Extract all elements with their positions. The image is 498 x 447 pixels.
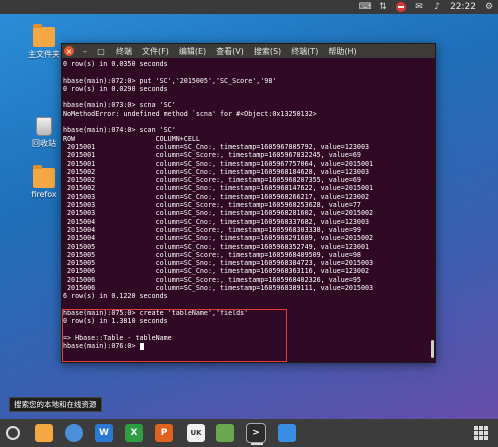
taskbar-terminal-icon[interactable]: > [246,423,266,443]
terminal-line: 2015004 column=SC_Cno:, timestamp=160596… [63,217,369,226]
terminal-titlebar[interactable]: × – □ 终端 文件(F) 编辑(E) 查看(V) 搜索(S) 终端(T) 帮… [62,44,435,58]
terminal-line: 2015005 column=SC_Sno:, timestamp=160596… [63,259,374,268]
network-icon[interactable]: ⇅ [378,2,388,12]
terminal-line: 2015001 column=SC_Score:, timestamp=1605… [63,151,361,160]
clock[interactable]: 22:22 [450,2,476,12]
trash-icon [36,117,52,136]
active-indicator [251,443,263,445]
input-method-icon[interactable]: ⌨ [359,2,372,12]
taskbar-remote-desktop-icon[interactable] [278,424,296,442]
firefox-folder-icon [33,165,55,188]
taskbar-impress-icon[interactable]: P [155,424,173,442]
stop-icon[interactable] [396,2,407,12]
terminal-line: hbase(main):072:0> put 'SC','2015005','S… [63,76,277,85]
terminal-line: 2015001 column=SC_Sno:, timestamp=160596… [63,159,374,168]
top-panel: ⌨ ⇅ ✉ ♪ 22:22 ⚙ [0,0,498,14]
taskbar: W X P UK > [0,419,498,447]
taskbar-writer-icon[interactable]: W [95,424,113,442]
minimize-icon[interactable]: – [80,46,90,56]
terminal-line: hbase(main):074:0> scan 'SC' [63,126,176,135]
terminal-line: 2015006 column=SC_Sno:, timestamp=160596… [63,284,374,293]
taskbar-image-viewer-icon[interactable] [216,424,234,442]
menu-view[interactable]: 查看(V) [216,46,244,57]
terminal-line: 2015005 column=SC_Score:, timestamp=1605… [63,250,361,259]
terminal-line: 2015006 column=SC_Score:, timestamp=1605… [63,275,361,284]
volume-icon[interactable]: ♪ [432,2,442,12]
terminal-line: 2015005 column=SC_Cno:, timestamp=160596… [63,242,369,251]
close-icon[interactable]: × [64,46,74,56]
menu-edit[interactable]: 编辑(E) [179,46,206,57]
terminal-line: NoMethodError: undefined method `scna' f… [63,109,317,118]
taskbar-calc-icon[interactable]: X [125,424,143,442]
taskbar-folder-icon[interactable] [35,424,53,442]
terminal-line: 0 row(s) in 0.0350 seconds [63,60,168,68]
terminal-line: 2015004 column=SC_Score:, timestamp=1605… [63,225,361,234]
start-menu-icon[interactable] [6,426,20,440]
menu-terminal[interactable]: 终端(T) [291,46,318,57]
menu-terminal-title: 终端 [116,46,132,56]
taskbar-software-center-icon[interactable]: UK [187,424,205,442]
highlight-box [62,309,287,362]
search-tooltip: 搜索您的本地和在线资源 [9,397,102,412]
terminal-line: 2015001 column=SC_Cno:, timestamp=160596… [63,142,369,151]
taskbar-chromium-icon[interactable] [65,424,83,442]
terminal-scrollbar[interactable] [428,58,434,362]
terminal-line: hbase(main):073:0> scna 'SC' [63,101,176,110]
menu-file[interactable]: 文件(F) [142,46,169,57]
terminal-line: 2015002 column=SC_Score:, timestamp=1605… [63,176,361,185]
terminal-line: 2015006 column=SC_Cno:, timestamp=160596… [63,267,369,276]
home-folder-icon [33,24,55,47]
terminal-line: 2015002 column=SC_Cno:, timestamp=160596… [63,167,369,176]
terminal-line: 6 row(s) in 0.1220 seconds [63,292,168,301]
terminal-line: 2015004 column=SC_Sno:, timestamp=160596… [63,234,374,243]
menu-search[interactable]: 搜索(S) [254,46,281,57]
terminal-line: 0 row(s) in 0.0290 seconds [63,84,168,93]
terminal-line: ROW COLUMN+CELL [63,134,200,143]
email-icon[interactable]: ✉ [414,2,424,12]
menu-help[interactable]: 帮助(H) [328,46,356,57]
terminal-line: 2015002 column=SC_Sno:, timestamp=160596… [63,184,374,193]
app-grid-icon[interactable] [474,426,488,440]
settings-icon[interactable]: ⚙ [484,2,494,12]
terminal-line: 2015003 column=SC_Sno:, timestamp=160596… [63,209,374,218]
maximize-icon[interactable]: □ [96,46,106,56]
terminal-line: 2015003 column=SC_Score:, timestamp=1605… [63,201,361,210]
scrollbar-thumb[interactable] [431,340,434,358]
terminal-line: 2015003 column=SC_Cno:, timestamp=160596… [63,192,369,201]
